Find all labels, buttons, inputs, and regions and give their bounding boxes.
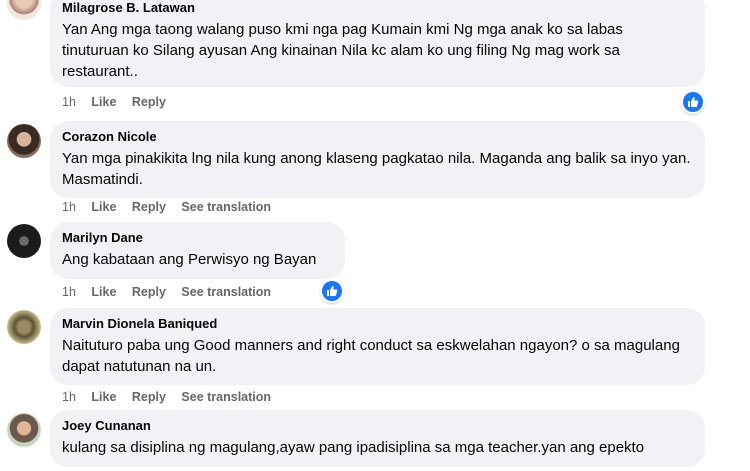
see-translation-link[interactable]: See translation: [181, 200, 271, 214]
reply-button[interactable]: Reply: [132, 200, 166, 214]
comment-text: Yan Ang mga taong walang puso kmi nga pa…: [62, 21, 623, 80]
comment-author[interactable]: Marilyn Dane: [62, 230, 333, 246]
like-button[interactable]: Like: [91, 200, 116, 214]
see-translation-link[interactable]: See translation: [181, 390, 271, 404]
comment-actions: 1h Like Reply: [62, 94, 178, 110]
comment-time[interactable]: 1h: [62, 200, 76, 214]
comment-text: kulang sa disiplina ng magulang,ayaw pan…: [62, 439, 645, 456]
comment-bubble: Milagrose B. Latawan Yan Ang mga taong w…: [50, 0, 705, 87]
comment-bubble: Corazon Nicole Yan mga pinakikita lng ni…: [50, 121, 705, 198]
avatar[interactable]: [7, 124, 41, 158]
comment-actions: 1h Like Reply See translation: [62, 389, 283, 405]
comment-text: Naituturo paba ung Good manners and righ…: [62, 337, 680, 375]
comment-text: Ang kabataan ang Perwisyo ng Bayan: [62, 251, 317, 268]
reply-button[interactable]: Reply: [132, 285, 166, 299]
reply-button[interactable]: Reply: [132, 95, 166, 109]
like-button[interactable]: Like: [91, 285, 116, 299]
comment-author[interactable]: Marvin Dionela Baniqued: [62, 316, 693, 332]
comment-bubble: Marilyn Dane Ang kabataan ang Perwisyo n…: [50, 222, 345, 279]
comment-text: Yan mga pinakikita lng nila kung anong k…: [62, 150, 691, 188]
comment-bubble: Marvin Dionela Baniqued Naituturo paba u…: [50, 308, 705, 385]
avatar[interactable]: [7, 310, 41, 344]
like-button[interactable]: Like: [91, 95, 116, 109]
comment-author[interactable]: Milagrose B. Latawan: [62, 0, 693, 16]
like-button[interactable]: Like: [91, 390, 116, 404]
comment-time[interactable]: 1h: [62, 390, 76, 404]
comment-time[interactable]: 1h: [62, 95, 76, 109]
comment-bubble: Joey Cunanan kulang sa disiplina ng magu…: [50, 410, 705, 467]
comment-time[interactable]: 1h: [62, 285, 76, 299]
avatar[interactable]: [7, 413, 41, 447]
comment-author[interactable]: Joey Cunanan: [62, 418, 693, 434]
comment-author[interactable]: Corazon Nicole: [62, 129, 693, 145]
comment-actions: 1h Like Reply See translation: [62, 284, 283, 300]
like-reaction-icon[interactable]: [320, 279, 344, 303]
avatar[interactable]: [7, 0, 41, 20]
like-reaction-icon[interactable]: [681, 90, 705, 114]
avatar[interactable]: [7, 224, 41, 258]
reply-button[interactable]: Reply: [132, 390, 166, 404]
comment-actions: 1h Like Reply See translation: [62, 199, 283, 215]
see-translation-link[interactable]: See translation: [181, 285, 271, 299]
